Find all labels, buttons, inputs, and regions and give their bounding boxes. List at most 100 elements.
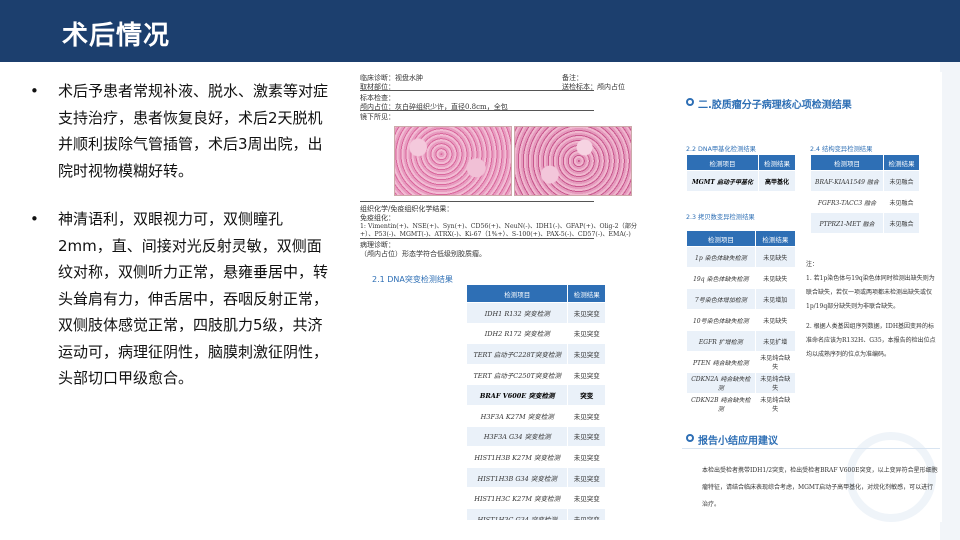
table-header: 检测项目 (686, 230, 756, 247)
table-cell: 未见融合 (882, 191, 921, 213)
bullet-dot-icon: • (30, 210, 39, 228)
note-label: 注： (806, 261, 819, 268)
table-cell: 未见突变 (567, 322, 606, 345)
table-header: 检测结果 (882, 154, 921, 171)
section-marker-icon (686, 434, 694, 442)
table-cell: 未见突变 (567, 466, 606, 489)
header-bar: 术后情况 (0, 0, 960, 62)
table-cell: EGFR 扩增检测 (686, 330, 756, 352)
table-row: IDH1 R132 突变检测 未见突变 (465, 302, 606, 324)
table-cell: 高甲基化 (757, 170, 797, 192)
table-cell: 未见突变 (567, 363, 606, 386)
table-header: 检测结果 (754, 230, 797, 247)
table-cell: H3F3A K27M 突变检测 (465, 404, 569, 427)
table-row: H3F3A K27M 突变检测 未见突变 (465, 404, 606, 427)
table-cell: 未见纯合缺失 (754, 372, 797, 394)
table-row: HIST1H3B K27M 突变检测 未见突变 (465, 446, 606, 468)
table-cell: 未见缺失 (754, 309, 797, 331)
table-cell: CDKN2A 纯合缺失检测 (686, 372, 756, 394)
table-row: H3F3A G34 突变检测 未见突变 (465, 425, 606, 448)
bullet-dot-icon: • (30, 82, 39, 100)
table-cell: 未见突变 (567, 425, 606, 448)
table-cell: 未见缺失 (754, 246, 797, 268)
table-row: PTPRZ1-MET 融合 未见融合 (810, 212, 921, 234)
bullet-item: • 术后予患者常规补液、脱水、激素等对症支持治疗，患者恢复良好，术后2天脱机并顺… (30, 78, 330, 184)
table-row: 10号染色体缺失检测 未见缺失 (686, 309, 797, 331)
table-row: HIST1H3C K27M 突变检测 未见突变 (465, 487, 606, 509)
methylation-title: 2.2 DNA甲基化检测结果 (686, 146, 756, 153)
report-rule (360, 238, 594, 239)
report-rule (360, 110, 594, 111)
table-row: HIST1H3B G34 突变检测 未见突变 (465, 466, 606, 489)
table-cell: 未见缺失 (754, 267, 797, 289)
table-cell: HIST1H3C G34 突变检测 (465, 507, 569, 520)
ihc-line-2: +）、P53(-)、MGMT(-)、ATRX(-)、Ki-67（1%+）、S-1… (360, 231, 631, 238)
fusion-table: 检测项目 检测结果 BRAF-KIAA1549 融合 未见融合 FGFR3-TACC… (810, 154, 921, 234)
table-cell: 未见融合 (882, 170, 921, 192)
table-cell: MGMT 启动子甲基化 (686, 170, 759, 192)
table-row: BRAF V600E 突变检测 突变 (465, 384, 606, 406)
table-cell: H3F3A G34 突变检测 (465, 425, 569, 448)
table-cell: 10号染色体缺失检测 (686, 309, 756, 331)
cnv-table: 检测项目 检测结果 1p 染色体缺失检测 未见缺失 19q 染色体缺失检测 未见缺失 … (686, 230, 797, 415)
table-cell: 未见突变 (567, 487, 606, 509)
table-header: 检测结果 (757, 154, 797, 171)
note-1: 1. 若1p染色体与19q染色体同时检测出缺失则为联合缺失，若仅一项或两项都未检… (806, 275, 935, 310)
table-cell: 未见纯合缺失 (754, 351, 797, 373)
table-row: 1p 染色体缺失检测 未见缺失 (686, 246, 797, 268)
bullet-text: 神清语利，双眼视力可，双侧瞳孔2mm，直、间接对光反射灵敏，双侧面纹对称，双侧听… (58, 210, 329, 387)
table-cell: 1p 染色体缺失检测 (686, 246, 756, 268)
table-cell: 未见突变 (567, 446, 606, 468)
summary-divider (682, 448, 940, 449)
fusion-title: 2.4 结构变异检测结果 (810, 146, 873, 153)
table-cell: 未见突变 (567, 507, 606, 520)
table-cell: HIST1H3B G34 突变检测 (465, 466, 569, 489)
table-cell: HIST1H3C K27M 突变检测 (465, 487, 569, 509)
histology-image-left (394, 126, 512, 196)
pathology-report-image: 临床诊断：视盘水肿 备注： 取材部位： 送检标本：颅内占位 标本检查： 颅内占位… (356, 70, 668, 520)
table-row: TERT 启动子C250T突变检测 未见突变 (465, 363, 606, 386)
dna-mutation-table: 检测项目 检测结果 IDH1 R132 突变检测 未见突变 IDH2 R172 突… (465, 284, 606, 520)
table-row: CDKN2A 纯合缺失检测 未见纯合缺失 (686, 372, 797, 394)
table-row: MGMT 启动子甲基化 高甲基化 (686, 170, 797, 192)
page-title: 术后情况 (62, 21, 171, 51)
table-row: FGFR3-TACC3 融合 未见融合 (810, 191, 921, 213)
table-cell: BRAF V600E 突变检测 (465, 384, 569, 406)
dna-section-title: 2.1 DNA突变检测结果 (372, 275, 453, 284)
table-cell: BRAF-KIAA1549 融合 (810, 170, 884, 192)
table-cell: 未见融合 (882, 212, 921, 234)
table-row: CDKN2B 纯合缺失检测 未见纯合缺失 (686, 393, 797, 415)
bullet-list: • 术后予患者常规补液、脱水、激素等对症支持治疗，患者恢复良好，术后2天脱机并顺… (30, 78, 330, 392)
table-header: 检测项目 (686, 154, 759, 171)
table-row: EGFR 扩增检测 未见扩增 (686, 330, 797, 352)
methylation-table: 检测项目 检测结果 MGMT 启动子甲基化 高甲基化 (686, 154, 797, 192)
molecular-section-title: 二.胶质瘤分子病理核心项检测结果 (698, 100, 852, 111)
microscopy-label: 镜下所见： (360, 113, 395, 121)
table-cell: 未见突变 (567, 343, 606, 365)
table-cell: 未见突变 (567, 302, 606, 324)
section-marker-icon (686, 98, 694, 106)
table-cell: 未见扩增 (754, 330, 797, 352)
histology-image-right (514, 126, 632, 196)
table-row: IDH2 R172 突变检测 未见突变 (465, 322, 606, 345)
table-cell: FGFR3-TACC3 融合 (810, 191, 884, 213)
bullet-text: 术后予患者常规补液、脱水、激素等对症支持治疗，患者恢复良好，术后2天脱机并顺利拔… (58, 82, 329, 180)
table-cell: IDH2 R172 突变检测 (465, 322, 569, 345)
note-2: 2. 根据人类基因组序列数据，IDH基因变异的标准命名应该为R132H、G35，… (806, 323, 936, 358)
summary-title: 报告小结应用建议 (698, 436, 778, 447)
report-rule (360, 90, 594, 91)
table-row: 7号染色体增加检测 未见增加 (686, 288, 797, 310)
table-cell: PTEN 纯合缺失检测 (686, 351, 756, 373)
table-cell: 19q 染色体缺失检测 (686, 267, 756, 289)
table-cell: IDH1 R132 突变检测 (465, 302, 569, 324)
table-header: 检测项目 (810, 154, 884, 171)
table-header: 检测项目 (465, 284, 569, 303)
table-row: PTEN 纯合缺失检测 未见纯合缺失 (686, 351, 797, 373)
table-cell: 突变 (567, 384, 606, 406)
table-cell: HIST1H3B K27M 突变检测 (465, 446, 569, 468)
cnv-title: 2.3 拷贝数变异检测结果 (686, 214, 755, 221)
table-cell: PTPRZ1-MET 融合 (810, 212, 884, 234)
table-cell: CDKN2B 纯合缺失检测 (686, 393, 756, 415)
table-cell: 未见增加 (754, 288, 797, 310)
report-rule (360, 201, 594, 202)
